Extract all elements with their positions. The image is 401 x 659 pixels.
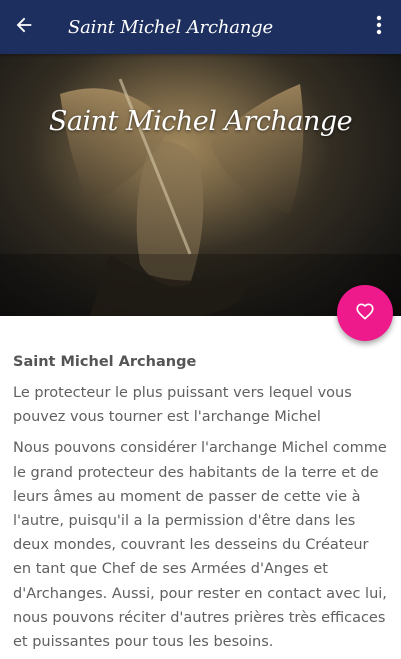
article-paragraph: Nous pouvons considérer l'archange Miche… bbox=[13, 440, 387, 651]
archangel-artwork bbox=[0, 54, 401, 316]
hero-title: Saint Michel Archange bbox=[48, 106, 353, 137]
app-bar: Saint Michel Archange bbox=[0, 0, 401, 54]
overflow-menu-button[interactable] bbox=[363, 11, 395, 43]
hero-image: Saint Michel Archange bbox=[0, 54, 401, 316]
favorite-button[interactable] bbox=[337, 285, 393, 341]
article-heading: Saint Michel Archange bbox=[13, 354, 197, 370]
app-bar-title: Saint Michel Archange bbox=[68, 16, 273, 38]
article-content: Saint Michel Archange Le protecteur le p… bbox=[13, 350, 389, 654]
more-vertical-icon bbox=[376, 15, 382, 39]
back-button[interactable] bbox=[0, 0, 48, 54]
arrow-left-icon bbox=[13, 14, 35, 40]
heart-outline-icon bbox=[354, 300, 376, 326]
article-paragraph: Le protecteur le plus puissant vers lequ… bbox=[13, 385, 352, 426]
